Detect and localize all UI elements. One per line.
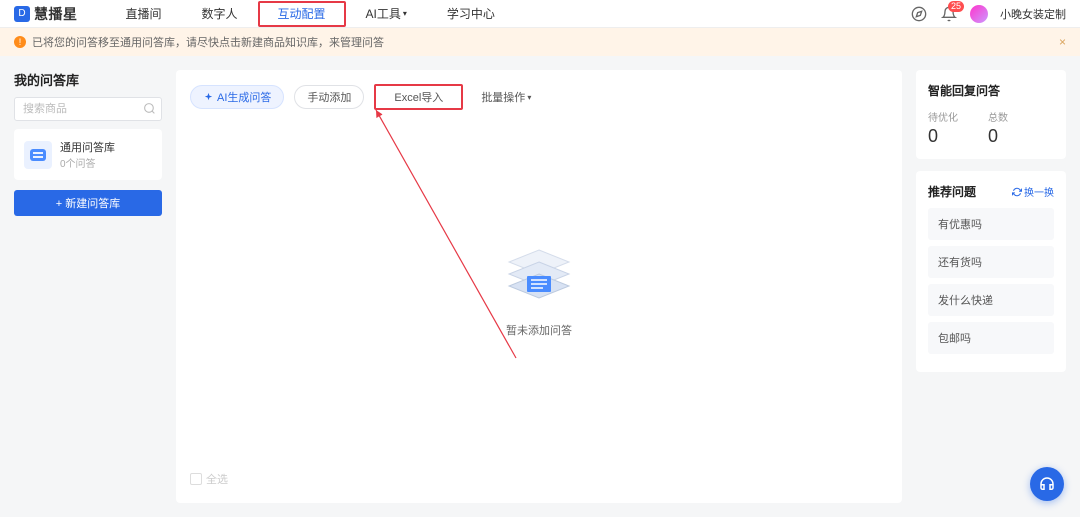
stats-card-title: 智能回复问答: [928, 82, 1054, 99]
stat-pending-value: 0: [928, 126, 958, 147]
nav-item-digital-human[interactable]: 数字人: [182, 0, 258, 27]
right-panel: 智能回复问答 待优化 0 总数 0 推荐问题 换一换 有优惠吗: [916, 70, 1066, 503]
sparkle-icon: [203, 92, 214, 103]
suggestion-item[interactable]: 还有货吗: [928, 246, 1054, 278]
nav-item-learning[interactable]: 学习中心: [427, 0, 515, 27]
notice-text: 已将您的问答移至通用问答库，请尽快点击新建商品知识库，来管理问答: [32, 34, 384, 50]
stat-pending-label: 待优化: [928, 109, 958, 124]
library-count: 0个问答: [60, 155, 115, 170]
username[interactable]: 小晚女装定制: [1000, 6, 1066, 22]
manual-add-button[interactable]: 手动添加: [294, 85, 364, 109]
select-all-label: 全选: [206, 471, 228, 487]
empty-state-text: 暂未添加问答: [506, 322, 572, 338]
brand-logo-icon: D: [14, 6, 30, 22]
chevron-down-icon: ▾: [527, 93, 531, 102]
nav-items: 直播间 数字人 互动配置 AI工具▾ 学习中心: [106, 0, 515, 27]
stat-total-label: 总数: [988, 109, 1008, 124]
notifications-bell[interactable]: 25: [940, 5, 958, 23]
left-panel-title: 我的问答库: [14, 70, 162, 89]
refresh-icon: [1012, 187, 1022, 197]
main-content: 我的问答库 通用问答库 0个问答 + 新建问答库 AI生成问答 手动添加 Exc…: [0, 56, 1080, 517]
ai-generate-button[interactable]: AI生成问答: [190, 85, 284, 109]
suggestions-card: 推荐问题 换一换 有优惠吗 还有货吗 发什么快递 包邮吗: [916, 171, 1066, 372]
brand[interactable]: D 慧播星: [14, 4, 78, 24]
compass-icon[interactable]: [910, 5, 928, 23]
stats-card: 智能回复问答 待优化 0 总数 0: [916, 70, 1066, 159]
select-all-checkbox[interactable]: [190, 473, 202, 485]
notice-close-button[interactable]: ×: [1059, 35, 1066, 49]
nav-item-live[interactable]: 直播间: [106, 0, 182, 27]
stat-pending: 待优化 0: [928, 109, 958, 147]
center-panel: AI生成问答 手动添加 Excel导入 批量操作 ▾: [176, 70, 902, 503]
chevron-down-icon: ▾: [403, 9, 407, 18]
brand-name: 慧播星: [34, 4, 78, 24]
batch-operations-button[interactable]: 批量操作 ▾: [473, 89, 539, 105]
chat-icon: [24, 141, 52, 169]
search-icon[interactable]: [143, 102, 156, 118]
suggestions-title: 推荐问题: [928, 183, 976, 200]
library-name: 通用问答库: [60, 139, 115, 155]
excel-import-button[interactable]: Excel导入: [374, 84, 463, 110]
nav-item-ai-tools[interactable]: AI工具▾: [346, 0, 427, 27]
notifications-badge: 25: [948, 1, 964, 12]
nav-right: 25 小晚女装定制: [910, 5, 1066, 23]
action-row: AI生成问答 手动添加 Excel导入 批量操作 ▾: [190, 84, 888, 110]
suggestion-item[interactable]: 有优惠吗: [928, 208, 1054, 240]
library-card-general[interactable]: 通用问答库 0个问答: [14, 129, 162, 180]
nav-item-interaction-config[interactable]: 互动配置: [258, 1, 346, 27]
empty-illustration-icon: [497, 242, 581, 312]
search-input[interactable]: [14, 97, 162, 121]
warning-icon: !: [14, 36, 26, 48]
suggestion-item[interactable]: 发什么快递: [928, 284, 1054, 316]
headset-icon: [1038, 475, 1056, 493]
stat-total: 总数 0: [988, 109, 1008, 147]
avatar[interactable]: [970, 5, 988, 23]
stat-total-value: 0: [988, 126, 1008, 147]
empty-state: 暂未添加问答: [190, 110, 888, 469]
new-library-button[interactable]: + 新建问答库: [14, 190, 162, 216]
left-panel: 我的问答库 通用问答库 0个问答 + 新建问答库: [14, 70, 162, 503]
search-box: [14, 97, 162, 121]
top-navigation: D 慧播星 直播间 数字人 互动配置 AI工具▾ 学习中心 25 小晚女装定制: [0, 0, 1080, 28]
refresh-suggestions-button[interactable]: 换一换: [1012, 184, 1054, 199]
footer-select-all[interactable]: 全选: [190, 469, 888, 489]
suggestion-item[interactable]: 包邮吗: [928, 322, 1054, 354]
help-floating-button[interactable]: [1030, 467, 1064, 501]
notice-bar: ! 已将您的问答移至通用问答库，请尽快点击新建商品知识库，来管理问答 ×: [0, 28, 1080, 56]
